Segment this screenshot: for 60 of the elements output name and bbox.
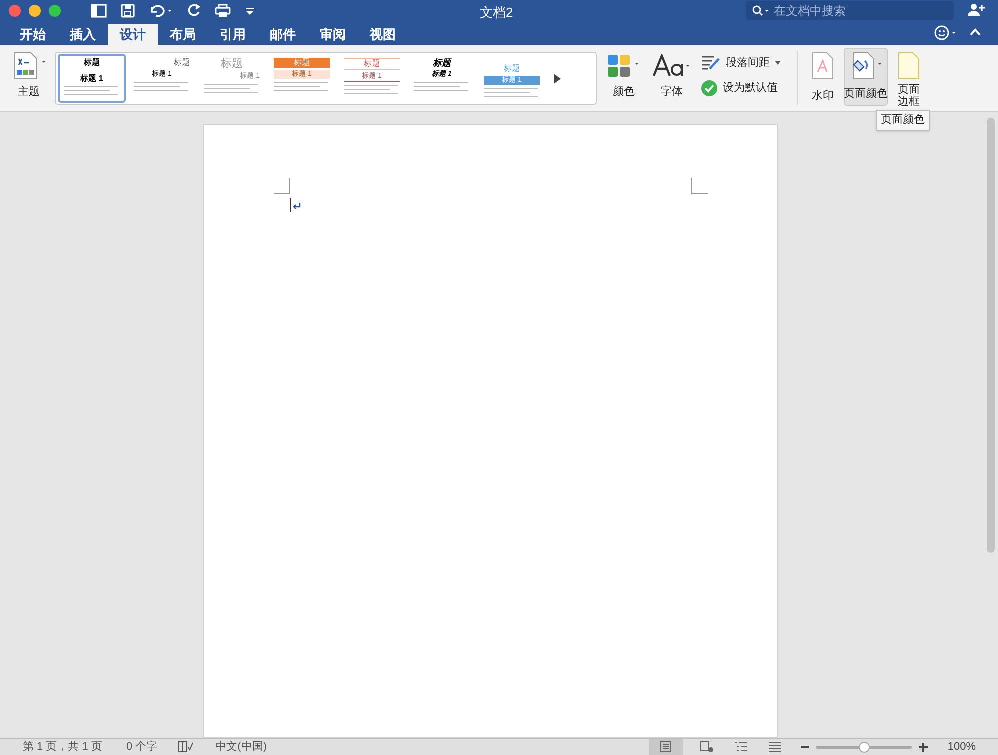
- outline-list-icon: [734, 741, 748, 753]
- add-person-icon[interactable]: [968, 3, 986, 17]
- minimize-button[interactable]: [29, 5, 41, 17]
- plus-icon: [918, 742, 928, 752]
- zoom-percentage[interactable]: 100%: [948, 738, 976, 755]
- page-count: 第 1 页，共 1 页: [23, 740, 102, 755]
- redo-icon[interactable]: [187, 4, 201, 18]
- scrollbar-thumb[interactable]: [987, 118, 995, 553]
- margin-corner-mark: [274, 178, 291, 195]
- window-title: 文档2: [480, 4, 514, 22]
- search-field[interactable]: 在文档中搜索: [746, 1, 954, 20]
- proofing-icon[interactable]: [178, 741, 194, 753]
- zoom-slider-thumb[interactable]: [858, 742, 870, 752]
- sidebar-icon[interactable]: [91, 4, 107, 18]
- page-color-button[interactable]: 页面颜色: [844, 48, 888, 106]
- zoom-in-button[interactable]: [918, 742, 928, 752]
- ribbon-tab[interactable]: 插入: [58, 24, 108, 45]
- print-icon[interactable]: [215, 4, 231, 18]
- search-icon: [752, 4, 770, 16]
- smiley-icon[interactable]: [934, 25, 958, 41]
- more-styles-arrow-icon[interactable]: [554, 74, 561, 84]
- ribbon-tab[interactable]: 邮件: [258, 24, 308, 45]
- zoom-out-button[interactable]: [800, 743, 809, 751]
- tooltip: 页面颜色: [876, 110, 930, 130]
- save-icon[interactable]: [121, 4, 135, 18]
- watermark-button[interactable]: 水印: [812, 52, 834, 104]
- text-cursor-icon: [290, 197, 302, 213]
- style-set-thumbnail[interactable]: 标题 标题 1: [58, 54, 126, 103]
- ribbon-tab[interactable]: 视图: [358, 24, 408, 45]
- check-circle-icon: [701, 80, 718, 96]
- undo-icon[interactable]: [149, 4, 173, 18]
- font-letters-icon: [653, 54, 691, 78]
- ribbon-tab[interactable]: 引用: [208, 24, 258, 45]
- language-label: 中文(中国): [216, 740, 267, 755]
- theme-button[interactable]: 主题: [8, 52, 50, 100]
- margin-corner-mark: [691, 178, 708, 195]
- colors-button[interactable]: 颜色: [607, 54, 641, 100]
- paragraph-brush-icon: [701, 55, 721, 72]
- zoom-button[interactable]: [49, 5, 61, 17]
- ribbon-tab[interactable]: 开始: [8, 24, 58, 45]
- page-border-button[interactable]: 页面边框: [896, 52, 922, 108]
- page-globe-icon: [700, 741, 714, 753]
- set-as-default-button[interactable]: 设为默认值: [701, 80, 781, 96]
- ribbon-tab[interactable]: 布局: [158, 24, 208, 45]
- ribbon-tab[interactable]: 审阅: [308, 24, 358, 45]
- page-border-icon: [898, 52, 920, 80]
- color-squares-icon: [607, 54, 641, 78]
- minus-icon: [800, 743, 809, 751]
- page-lines-icon: [660, 741, 672, 753]
- ribbon-tab[interactable]: 设计: [108, 24, 158, 45]
- lines-icon: [768, 741, 782, 753]
- paragraph-spacing-button[interactable]: 段落间距: [701, 55, 781, 72]
- print-layout-view-button[interactable]: [648, 739, 683, 755]
- search-input[interactable]: 在文档中搜索: [774, 2, 934, 20]
- fonts-button[interactable]: 字体: [653, 54, 691, 100]
- word-count: 0 个字: [126, 740, 158, 755]
- watermark-page-icon: [812, 52, 834, 80]
- customize-icon[interactable]: [245, 6, 255, 16]
- caret-icon: [775, 61, 781, 66]
- collapse-ribbon-icon[interactable]: [970, 28, 981, 36]
